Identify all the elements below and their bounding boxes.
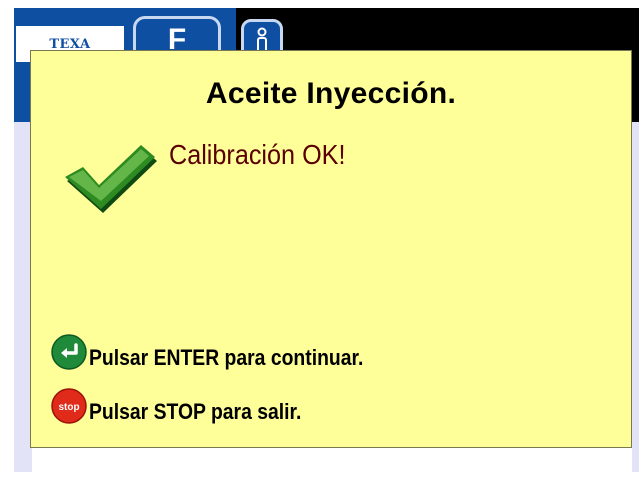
- svg-text:stop: stop: [58, 402, 79, 413]
- checkmark-icon: [65, 145, 157, 213]
- enter-instruction-label: Pulsar ENTER para continuar.: [89, 345, 364, 370]
- stop-icon[interactable]: stop: [51, 388, 87, 424]
- stop-instruction-label: Pulsar STOP para salir.: [89, 399, 302, 424]
- calibration-status: Calibración OK!: [169, 139, 346, 170]
- screen: TEXA F Aceite Inyección. Calibración OK!…: [0, 0, 639, 481]
- enter-icon[interactable]: [51, 334, 87, 370]
- enter-instruction: Pulsar ENTER para continuar.: [51, 333, 401, 371]
- stop-instruction: stop Pulsar STOP para salir.: [51, 387, 330, 425]
- calibration-dialog: Aceite Inyección. Calibración OK! Pulsar…: [30, 50, 632, 448]
- background-strip: [32, 448, 632, 476]
- dialog-title: Aceite Inyección.: [205, 77, 457, 110]
